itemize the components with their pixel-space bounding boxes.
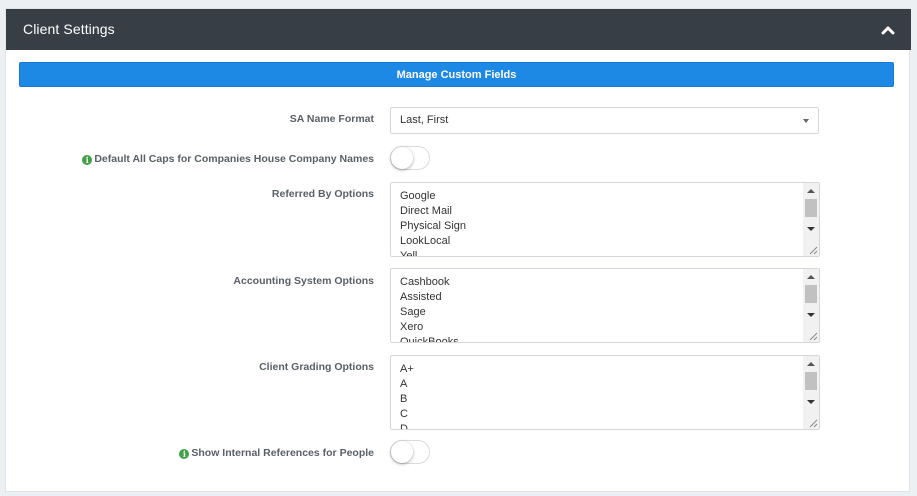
client-settings-panel: Client Settings Manage Custom Fields SA …: [5, 8, 911, 492]
scroll-up-arrow-icon[interactable]: [807, 362, 815, 366]
textarea-line: Cashbook: [400, 276, 450, 288]
caret-down-icon: [803, 119, 809, 123]
scrollbar-thumb[interactable]: [805, 285, 817, 303]
textarea-line: QuickBooks: [400, 336, 459, 343]
toggle-knob: [391, 441, 413, 463]
show-internal-refs-label-row: i Show Internal References for People: [179, 447, 374, 459]
scroll-down-arrow-icon[interactable]: [807, 400, 815, 404]
accounting-system-label: Accounting System Options: [233, 275, 374, 287]
textarea-line: C: [400, 408, 408, 420]
accounting-system-textarea[interactable]: Cashbook Assisted Sage Xero QuickBooks: [390, 268, 820, 343]
textarea-line: Direct Mail: [400, 205, 452, 217]
sa-name-format-label: SA Name Format: [289, 113, 374, 125]
scrollbar-thumb[interactable]: [805, 372, 817, 390]
textarea-line: LookLocal: [400, 235, 451, 247]
scroll-down-arrow-icon[interactable]: [807, 227, 815, 231]
sa-name-format-select[interactable]: Last, First: [390, 107, 819, 134]
scroll-down-arrow-icon[interactable]: [807, 313, 815, 317]
resize-handle-icon[interactable]: [808, 331, 818, 341]
default-all-caps-toggle[interactable]: [390, 146, 430, 170]
textarea-line: D: [400, 423, 408, 430]
textarea-line: A: [400, 378, 408, 390]
resize-handle-icon[interactable]: [808, 245, 818, 255]
panel-title: Client Settings: [23, 21, 115, 37]
textarea-line: Sage: [400, 306, 426, 318]
show-internal-refs-toggle[interactable]: [390, 440, 430, 464]
sa-name-format-value: Last, First: [400, 114, 449, 126]
default-all-caps-label-row: i Default All Caps for Companies House Co…: [82, 153, 374, 165]
client-grading-label: Client Grading Options: [259, 361, 374, 373]
chevron-up-icon[interactable]: [879, 21, 897, 39]
textarea-line: Physical Sign: [400, 220, 467, 232]
info-icon: i: [179, 449, 190, 459]
textarea-line: Assisted: [400, 291, 442, 303]
default-all-caps-label: Default All Caps for Companies House Com…: [94, 153, 374, 165]
scroll-up-arrow-icon[interactable]: [807, 275, 815, 279]
client-grading-textarea[interactable]: A+ A B C D: [390, 355, 820, 430]
resize-handle-icon[interactable]: [808, 418, 818, 428]
textarea-line: B: [400, 393, 408, 405]
referred-by-label: Referred By Options: [271, 188, 374, 200]
scrollbar-thumb[interactable]: [805, 199, 817, 217]
info-icon: i: [82, 155, 93, 165]
textarea-line: A+: [400, 363, 414, 375]
referred-by-textarea[interactable]: Google Direct Mail Physical Sign LookLoc…: [390, 182, 820, 257]
textarea-line: Xero: [400, 321, 424, 333]
textarea-line: Google: [400, 190, 436, 202]
panel-header: Client Settings: [6, 9, 911, 50]
show-internal-refs-label: Show Internal References for People: [191, 447, 374, 459]
manage-custom-fields-button[interactable]: Manage Custom Fields: [19, 62, 894, 87]
scroll-up-arrow-icon[interactable]: [807, 189, 815, 193]
toggle-knob: [391, 147, 413, 169]
textarea-line: Yell: [400, 250, 418, 257]
